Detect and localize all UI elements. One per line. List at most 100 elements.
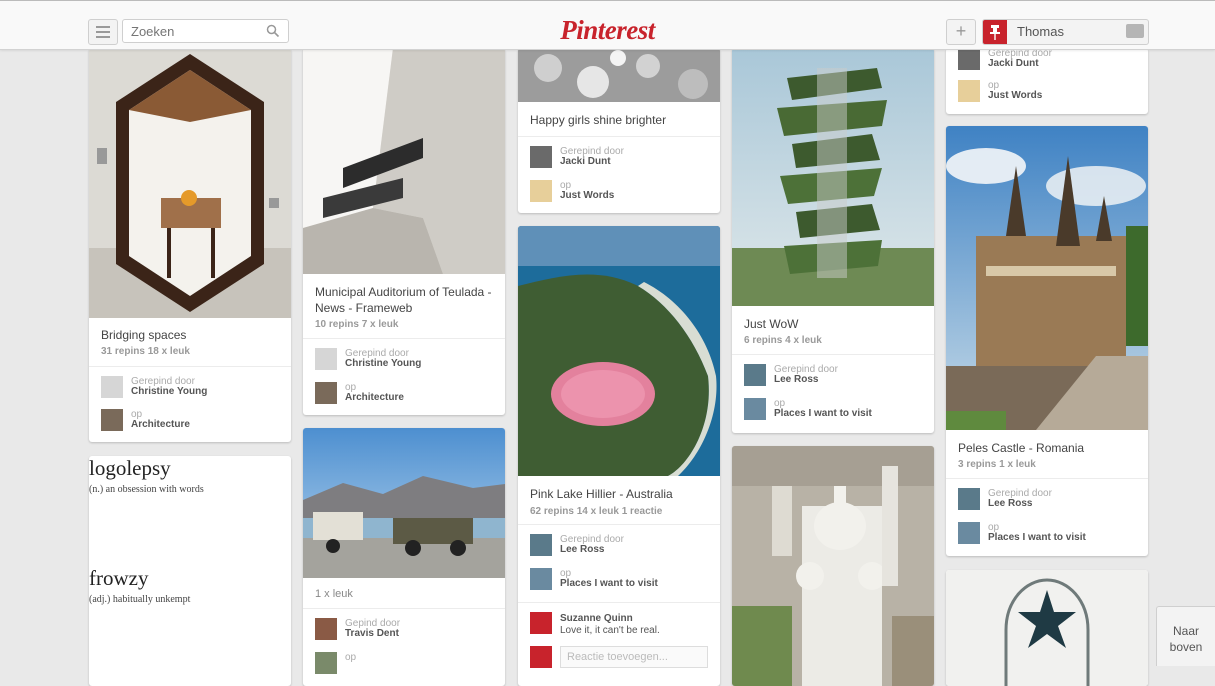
divider bbox=[518, 602, 720, 603]
pin-icon bbox=[983, 20, 1007, 44]
avatar bbox=[101, 376, 123, 398]
divider bbox=[89, 366, 291, 367]
pinner-name[interactable]: Christine Young bbox=[131, 386, 207, 397]
pin-stats[interactable]: 31 repins 18 x leuk bbox=[101, 346, 190, 357]
pin-stats[interactable]: 1 x leuk bbox=[315, 588, 353, 600]
pinned-by[interactable]: Gerepind door Jacki Dunt bbox=[958, 48, 1146, 80]
board-name[interactable]: Architecture bbox=[131, 419, 190, 430]
pin-peles-castle[interactable]: Peles Castle - Romania 3 repins 1 x leuk… bbox=[946, 126, 1148, 556]
avatar bbox=[530, 534, 552, 556]
pinned-by[interactable]: Gerepind door Lee Ross bbox=[530, 534, 718, 566]
divider bbox=[303, 608, 505, 609]
pin-image[interactable] bbox=[518, 226, 720, 476]
board-info[interactable]: op Places I want to visit bbox=[530, 568, 718, 600]
pin-logolepsy[interactable]: logolepsy (n.) an obsession with words f… bbox=[89, 456, 291, 686]
pin-just-wow[interactable]: Just WoW 6 repins 4 x leuk Gerepind door… bbox=[732, 48, 934, 433]
pinned-by[interactable]: Gerepind door Christine Young bbox=[101, 376, 289, 408]
board-info[interactable]: op Places I want to visit bbox=[744, 398, 932, 430]
pin-star-lamp[interactable] bbox=[946, 570, 1148, 686]
pin-stats[interactable]: 3 repins 1 x leuk bbox=[958, 459, 1036, 470]
pin-pink-lake[interactable]: Pink Lake Hillier - Australia 62 repins … bbox=[518, 226, 720, 686]
board-info[interactable]: op Architecture bbox=[315, 382, 503, 414]
avatar bbox=[744, 364, 766, 386]
divider bbox=[732, 354, 934, 355]
pinned-by[interactable]: Gepind door Travis Dent bbox=[315, 618, 503, 650]
plus-icon: + bbox=[955, 21, 967, 41]
commenter-avatar[interactable] bbox=[530, 612, 552, 634]
pin-image[interactable] bbox=[89, 48, 291, 318]
pin-image[interactable] bbox=[732, 48, 934, 306]
board-info[interactable]: op Just Words bbox=[958, 80, 1146, 112]
pinner-name[interactable]: Travis Dent bbox=[345, 628, 399, 639]
pin-stats[interactable]: 6 repins 4 x leuk bbox=[744, 335, 822, 346]
pinner-name[interactable]: Jacki Dunt bbox=[560, 156, 611, 167]
pin-description: Just WoW bbox=[744, 317, 799, 331]
pin-stats[interactable]: 10 repins 7 x leuk bbox=[315, 319, 398, 330]
pin-image[interactable] bbox=[732, 446, 934, 686]
board-thumbnail bbox=[315, 652, 337, 674]
pinned-by[interactable]: Gerepind door Lee Ross bbox=[958, 488, 1146, 520]
pin-description: Peles Castle - Romania bbox=[958, 441, 1085, 455]
pin-image[interactable] bbox=[303, 428, 505, 578]
pin-description: Bridging spaces bbox=[101, 328, 187, 342]
pin-stats[interactable]: 62 repins 14 x leuk 1 reactie bbox=[530, 506, 662, 517]
pin-happy-girls[interactable]: Happy girls shine brighter Gerepind door… bbox=[518, 48, 720, 213]
pin-image[interactable] bbox=[946, 126, 1148, 430]
pin-teulada-auditorium[interactable]: Municipal Auditorium of Teulada - News -… bbox=[303, 48, 505, 415]
pin-sacre-coeur[interactable] bbox=[732, 446, 934, 686]
pin-just-words[interactable]: Gerepind door Jacki Dunt op Just Words bbox=[946, 48, 1148, 114]
word-title: logolepsy bbox=[89, 456, 171, 480]
board-thumbnail bbox=[315, 382, 337, 404]
board-thumbnail bbox=[101, 409, 123, 431]
board-name[interactable]: Just Words bbox=[560, 190, 614, 201]
comment-text: Love it, it can't be real. bbox=[560, 625, 660, 636]
board-name[interactable]: Architecture bbox=[345, 392, 404, 403]
my-avatar bbox=[530, 646, 552, 668]
board-thumbnail bbox=[958, 80, 980, 102]
word-definition: (adj.) habitually unkempt bbox=[89, 594, 191, 605]
word-title: frowzy bbox=[89, 566, 149, 590]
back-to-top-button[interactable]: Naar boven bbox=[1156, 606, 1215, 666]
pinner-name[interactable]: Lee Ross bbox=[774, 374, 818, 385]
pin-jeep[interactable]: 1 x leuk Gepind door Travis Dent op bbox=[303, 428, 505, 686]
user-menu[interactable]: Thomas bbox=[982, 19, 1149, 45]
commenter-name[interactable]: Suzanne Quinn bbox=[560, 613, 633, 624]
add-pin-button[interactable]: + bbox=[946, 19, 976, 45]
pin-image[interactable] bbox=[946, 570, 1148, 686]
comment-input[interactable]: Reactie toevoegen... bbox=[560, 646, 708, 668]
pin-image[interactable] bbox=[303, 48, 505, 274]
board-info[interactable]: op bbox=[315, 652, 503, 684]
board-name[interactable]: Just Words bbox=[988, 90, 1042, 101]
avatar bbox=[958, 48, 980, 70]
avatar bbox=[530, 146, 552, 168]
pin-image[interactable] bbox=[518, 48, 720, 102]
pin-description: Happy girls shine brighter bbox=[530, 113, 667, 127]
pinned-by[interactable]: Gerepind door Jacki Dunt bbox=[530, 146, 718, 178]
pinner-name[interactable]: Lee Ross bbox=[988, 498, 1032, 509]
divider bbox=[303, 338, 505, 339]
avatar bbox=[315, 618, 337, 640]
back-to-top-label: Naar bbox=[1172, 624, 1199, 638]
board-name[interactable]: Places I want to visit bbox=[774, 408, 872, 419]
avatar bbox=[958, 488, 980, 510]
board-name[interactable]: Places I want to visit bbox=[560, 578, 658, 589]
pinned-by[interactable]: Gerepind door Christine Young bbox=[315, 348, 503, 380]
pin-bridging-spaces[interactable]: Bridging spaces 31 repins 18 x leuk Gere… bbox=[89, 48, 291, 442]
pinner-name[interactable]: Lee Ross bbox=[560, 544, 604, 555]
pinned-by[interactable]: Gerepind door Lee Ross bbox=[744, 364, 932, 396]
pinner-name[interactable]: Jacki Dunt bbox=[988, 58, 1039, 69]
pin-description: Municipal Auditorium of Teulada - News -… bbox=[315, 285, 492, 315]
board-name[interactable]: Places I want to visit bbox=[988, 532, 1086, 543]
board-label: op bbox=[345, 652, 357, 663]
board-info[interactable]: op Architecture bbox=[101, 409, 289, 441]
board-info[interactable]: op Places I want to visit bbox=[958, 522, 1146, 554]
user-name: Thomas bbox=[1017, 24, 1064, 39]
avatar bbox=[315, 348, 337, 370]
divider bbox=[518, 524, 720, 525]
divider bbox=[518, 136, 720, 137]
message-icon[interactable] bbox=[1126, 24, 1144, 38]
word-definition: (n.) an obsession with words bbox=[89, 484, 204, 495]
pinner-name[interactable]: Christine Young bbox=[345, 358, 421, 369]
board-info[interactable]: op Just Words bbox=[530, 180, 718, 212]
board-thumbnail bbox=[530, 180, 552, 202]
